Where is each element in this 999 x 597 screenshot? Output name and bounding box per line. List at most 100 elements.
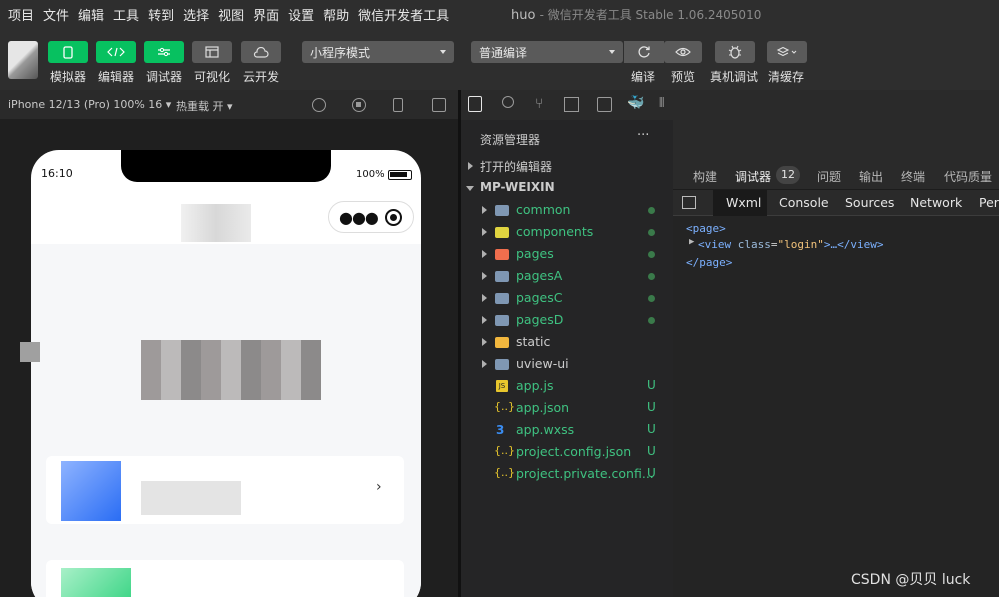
modified-dot-icon [648,229,655,236]
project-root[interactable]: MP-WEIXIN [461,177,673,199]
more-dots-icon[interactable]: ●●● [339,208,379,227]
remote-debug-button[interactable] [715,41,755,63]
menu-select[interactable]: 选择 [174,5,209,24]
stop-icon[interactable] [352,98,366,112]
file-tree-item[interactable]: pagesA [461,265,673,287]
menu-interface[interactable]: 界面 [244,5,279,24]
hot-reload-value: 热重载 开 [176,100,224,113]
file-tree-label: pages [516,246,554,261]
device-icon[interactable] [393,98,403,112]
file-tree-item[interactable]: pagesC [461,287,673,309]
blurred-card-icon [61,568,131,597]
tab-issues[interactable]: 问题 [817,168,841,185]
file-tree-item[interactable]: {..} project.config.json U [461,441,673,463]
file-tree-item[interactable]: components [461,221,673,243]
cloud-button[interactable] [241,41,281,63]
tab-terminal[interactable]: 终端 [901,168,925,185]
menu-help[interactable]: 帮助 [314,5,349,24]
file-tree-item[interactable]: 3 app.wxss U [461,419,673,441]
storage-icon[interactable] [597,97,612,112]
chevron-right-icon [482,228,487,236]
menu-settings[interactable]: 设置 [279,5,314,24]
docker-icon[interactable]: 🐳 [627,95,644,111]
file-tree-item[interactable]: uview-ui [461,353,673,375]
source-control-icon[interactable]: ⑂ [535,96,543,112]
tab-output[interactable]: 输出 [859,168,883,185]
tab-console[interactable]: Console [779,195,829,210]
css-file-icon: 3 [496,423,505,437]
debugger-button[interactable] [144,41,184,63]
extensions-icon[interactable] [564,97,579,112]
tab-debugger[interactable]: 调试器 [735,168,771,185]
menu-edit[interactable]: 编辑 [69,5,104,24]
close-capsule-icon[interactable] [385,209,402,226]
tab-code-quality[interactable]: 代码质量 [944,168,992,185]
menu-goto[interactable]: 转到 [139,5,174,24]
mode-select[interactable]: 小程序模式 [302,41,454,63]
file-explorer: 资源管理器 ··· 打开的编辑器 MP-WEIXIN common compone… [461,120,673,597]
tab-build[interactable]: 构建 [693,168,717,185]
split-icon[interactable]: ⫴ [659,96,664,111]
expand-arrow-icon[interactable]: ▶ [689,237,694,247]
menu-card-2[interactable] [46,560,404,597]
simulator-header: iPhone 12/13 (Pro) 100% 16 ▾ 热重载 开 ▾ [0,90,458,120]
more-icon[interactable]: ··· [637,128,649,143]
file-tree-item[interactable]: common [461,199,673,221]
activity-bar: ⑂ 🐳 ⫴ [461,90,673,120]
folder-icon [495,337,509,348]
tab-wxml[interactable]: Wxml [726,195,761,210]
preview-button[interactable] [664,41,702,63]
hot-reload-toggle[interactable]: 热重载 开 ▾ [176,98,233,114]
simulator-button[interactable] [48,41,88,63]
menu-file[interactable]: 文件 [34,5,69,24]
modified-dot-icon [648,317,655,324]
search-icon[interactable] [502,96,514,108]
file-tree-item[interactable]: pagesD [461,309,673,331]
cloud-icon [253,46,269,58]
clear-cache-button[interactable] [767,41,807,63]
wxml-view-node[interactable]: <view class="login">…</view> [698,238,883,251]
wxml-page-open[interactable]: <page> [686,222,726,235]
avatar[interactable] [8,41,38,79]
cloud-label: 云开发 [243,70,280,84]
file-tree-item[interactable]: pages [461,243,673,265]
open-editors-section[interactable]: 打开的编辑器 [461,155,673,177]
code-icon [107,47,125,57]
toolbar: 模拟器 编辑器 调试器 可视化 云开发 小程序模式 普通编译 编译 预览 真机调… [0,28,999,90]
blurred-title [181,204,251,242]
capsule-menu[interactable]: ●●● [328,201,414,233]
tab-network[interactable]: Network [910,195,962,210]
blurred-card-text [141,481,241,515]
file-tree-item[interactable]: JS app.js U [461,375,673,397]
file-tree-label: app.json [516,400,570,415]
menu-wechat-devtools[interactable]: 微信开发者工具 [349,5,449,24]
file-tree-label: uview-ui [516,356,569,371]
editor-button[interactable] [96,41,136,63]
phone-icon [63,45,73,59]
file-tree-item[interactable]: {..} app.json U [461,397,673,419]
file-tree-label: common [516,202,571,217]
compile-mode-select[interactable]: 普通编译 [471,41,623,63]
wxml-page-close[interactable]: </page> [686,256,732,269]
compile-button[interactable] [624,41,664,63]
device-select[interactable]: iPhone 12/13 (Pro) 100% 16 ▾ [8,98,171,111]
inspect-icon[interactable] [682,196,696,209]
menu-tools[interactable]: 工具 [104,5,139,24]
tab-sources[interactable]: Sources [845,195,894,210]
rotate-icon[interactable] [312,98,326,112]
blurred-fragment [20,342,40,362]
file-tree-item[interactable]: {..} project.private.confi... U [461,463,673,485]
tab-performance[interactable]: Perf [979,195,999,210]
chevron-right-icon [482,272,487,280]
visual-button[interactable] [192,41,232,63]
menu-project[interactable]: 项目 [0,5,34,24]
menu-view[interactable]: 视图 [209,5,244,24]
blurred-card-icon [61,461,121,521]
phone-notch [121,150,331,182]
file-tree-label: app.wxss [516,422,575,437]
editor-label: 编辑器 [98,70,135,84]
files-icon[interactable] [468,96,482,112]
menu-card-1[interactable]: › [46,456,404,524]
file-tree-item[interactable]: static [461,331,673,353]
popout-icon[interactable] [432,98,446,112]
